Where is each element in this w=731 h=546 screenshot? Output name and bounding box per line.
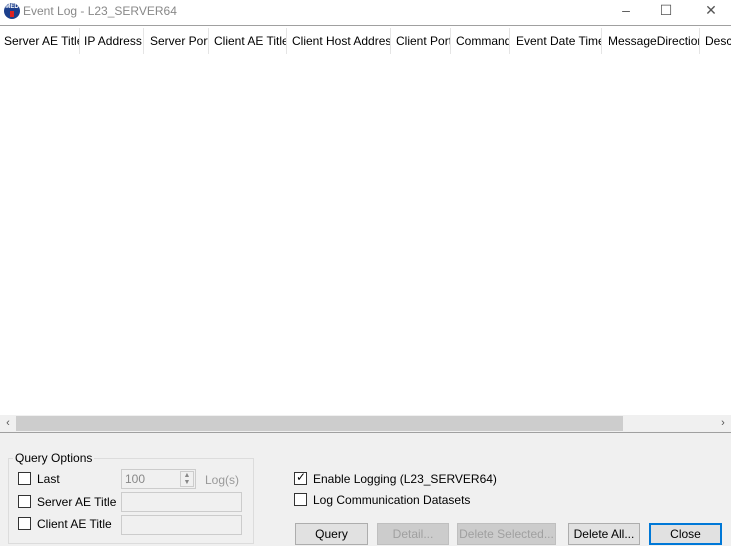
column-client-host-address[interactable]: Client Host Address xyxy=(287,28,391,54)
column-ip-address[interactable]: IP Address xyxy=(80,28,144,54)
horizontal-scrollbar[interactable]: ‹ › xyxy=(0,415,731,432)
column-command[interactable]: Command xyxy=(451,28,510,54)
column-event-date-time[interactable]: Event Date Time xyxy=(510,28,602,54)
server-ae-title-label: Server AE Title xyxy=(37,495,117,509)
column-description[interactable]: Desc xyxy=(700,28,731,54)
column-server-ae-title[interactable]: Server AE Title xyxy=(0,28,80,54)
scroll-left-icon[interactable]: ‹ xyxy=(0,415,16,432)
last-checkbox[interactable] xyxy=(18,472,31,485)
column-server-port[interactable]: Server Port xyxy=(144,28,209,54)
spinner-arrows-icon[interactable]: ▲ ▼ xyxy=(180,471,194,487)
client-ae-title-label: Client AE Title xyxy=(37,517,112,531)
query-button[interactable]: Query xyxy=(295,523,368,545)
detail-button[interactable]: Detail... xyxy=(377,523,449,545)
last-count-stepper[interactable]: 100 ▲ ▼ xyxy=(121,469,196,489)
client-ae-title-input[interactable] xyxy=(121,515,242,535)
client-ae-title-checkbox[interactable] xyxy=(18,517,31,530)
event-list[interactable] xyxy=(0,54,731,415)
enable-logging-label: Enable Logging (L23_SERVER64) xyxy=(313,472,497,486)
server-ae-title-input[interactable] xyxy=(121,492,242,512)
column-client-ae-title[interactable]: Client AE Title xyxy=(209,28,287,54)
maximize-button[interactable]: ☐ xyxy=(646,0,686,22)
delete-selected-button[interactable]: Delete Selected... xyxy=(457,523,556,545)
last-label: Last xyxy=(37,472,60,486)
log-datasets-checkbox[interactable] xyxy=(294,493,307,506)
log-datasets-label: Log Communication Datasets xyxy=(313,493,471,507)
delete-all-button[interactable]: Delete All... xyxy=(568,523,640,545)
column-message-direction[interactable]: MessageDirection xyxy=(602,28,700,54)
list-header: Server AE Title IP Address Server Port C… xyxy=(0,28,731,54)
window-title: Event Log - L23_SERVER64 xyxy=(23,4,177,18)
minimize-button[interactable]: – xyxy=(606,0,646,22)
scroll-right-icon[interactable]: › xyxy=(715,415,731,432)
title-bar: MED Event Log - L23_SERVER64 – ☐ ✕ xyxy=(0,0,731,26)
scrollbar-thumb[interactable] xyxy=(16,416,623,431)
column-client-port[interactable]: Client Port xyxy=(391,28,451,54)
app-logo-icon: MED xyxy=(4,3,20,19)
logs-label: Log(s) xyxy=(205,473,240,487)
close-window-button[interactable]: ✕ xyxy=(691,0,731,22)
last-count-value: 100 xyxy=(125,472,146,486)
enable-logging-checkbox[interactable] xyxy=(294,470,307,485)
query-options-label: Query Options xyxy=(13,451,95,465)
server-ae-title-checkbox[interactable] xyxy=(18,495,31,508)
close-button[interactable]: Close xyxy=(649,523,722,545)
